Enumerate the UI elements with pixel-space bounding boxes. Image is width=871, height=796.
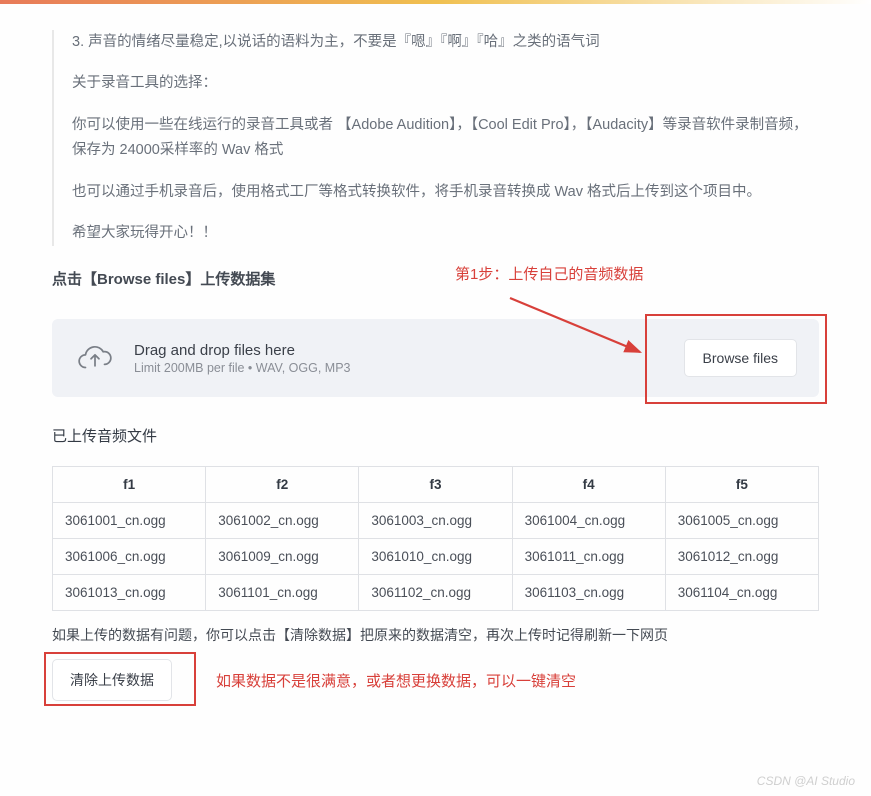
uploaded-files-table: f1 f2 f3 f4 f5 3061001_cn.ogg 3061002_cn… (52, 466, 819, 611)
file-cell: 3061101_cn.ogg (206, 575, 359, 611)
dnd-label: Drag and drop files here (134, 342, 350, 359)
file-cell: 3061103_cn.ogg (512, 575, 665, 611)
instruction-item-3: 3. 声音的情绪尽量稳定,以说话的语料为主，不要是『嗯』『啊』『哈』之类的语气词 (72, 30, 819, 55)
table-header-row: f1 f2 f3 f4 f5 (53, 467, 819, 503)
main-content: 3. 声音的情绪尽量稳定,以说话的语料为主，不要是『嗯』『啊』『哈』之类的语气词… (0, 0, 871, 721)
table-row: 3061001_cn.ogg 3061002_cn.ogg 3061003_cn… (53, 503, 819, 539)
upload-section-heading: 点击【Browse files】上传数据集 (52, 268, 819, 289)
cloud-upload-icon (74, 337, 116, 379)
file-cell: 3061003_cn.ogg (359, 503, 512, 539)
file-cell: 3061005_cn.ogg (665, 503, 818, 539)
instruction-mobile: 也可以通过手机录音后，使用格式工厂等格式转换软件，将手机录音转换成 Wav 格式… (72, 180, 819, 205)
table-row: 3061006_cn.ogg 3061009_cn.ogg 3061010_cn… (53, 539, 819, 575)
clear-upload-data-button[interactable]: 清除上传数据 (52, 659, 172, 701)
col-header: f5 (665, 467, 818, 503)
file-cell: 3061001_cn.ogg (53, 503, 206, 539)
browse-files-button[interactable]: Browse files (684, 339, 797, 377)
col-header: f3 (359, 467, 512, 503)
file-cell: 3061104_cn.ogg (665, 575, 818, 611)
uploaded-files-heading: 已上传音频文件 (52, 425, 819, 446)
file-cell: 3061012_cn.ogg (665, 539, 818, 575)
top-gradient-bar (0, 0, 871, 4)
uploader-text: Drag and drop files here Limit 200MB per… (134, 342, 350, 375)
table-row: 3061013_cn.ogg 3061101_cn.ogg 3061102_cn… (53, 575, 819, 611)
instruction-tools: 你可以使用一些在线运行的录音工具或者 【Adobe Audition】，【Coo… (72, 113, 819, 164)
col-header: f1 (53, 467, 206, 503)
file-cell: 3061006_cn.ogg (53, 539, 206, 575)
col-header: f2 (206, 467, 359, 503)
file-cell: 3061011_cn.ogg (512, 539, 665, 575)
instruction-enjoy: 希望大家玩得开心！！ (72, 221, 819, 246)
clear-hint-text: 如果上传的数据有问题，你可以点击【清除数据】把原来的数据清空，再次上传时记得刷新… (52, 625, 819, 645)
limit-label: Limit 200MB per file • WAV, OGG, MP3 (134, 361, 350, 375)
file-cell: 3061102_cn.ogg (359, 575, 512, 611)
col-header: f4 (512, 467, 665, 503)
file-cell: 3061004_cn.ogg (512, 503, 665, 539)
instruction-tool-choice: 关于录音工具的选择： (72, 71, 819, 96)
file-cell: 3061002_cn.ogg (206, 503, 359, 539)
file-cell: 3061009_cn.ogg (206, 539, 359, 575)
watermark-text: CSDN @AI Studio (757, 774, 855, 788)
file-cell: 3061010_cn.ogg (359, 539, 512, 575)
annotation-text-2: 如果数据不是很满意，或者想更换数据，可以一键清空 (216, 670, 576, 691)
instructions-quote: 3. 声音的情绪尽量稳定,以说话的语料为主，不要是『嗯』『啊』『哈』之类的语气词… (52, 30, 819, 246)
file-cell: 3061013_cn.ogg (53, 575, 206, 611)
file-uploader-dropzone[interactable]: Drag and drop files here Limit 200MB per… (52, 319, 819, 397)
